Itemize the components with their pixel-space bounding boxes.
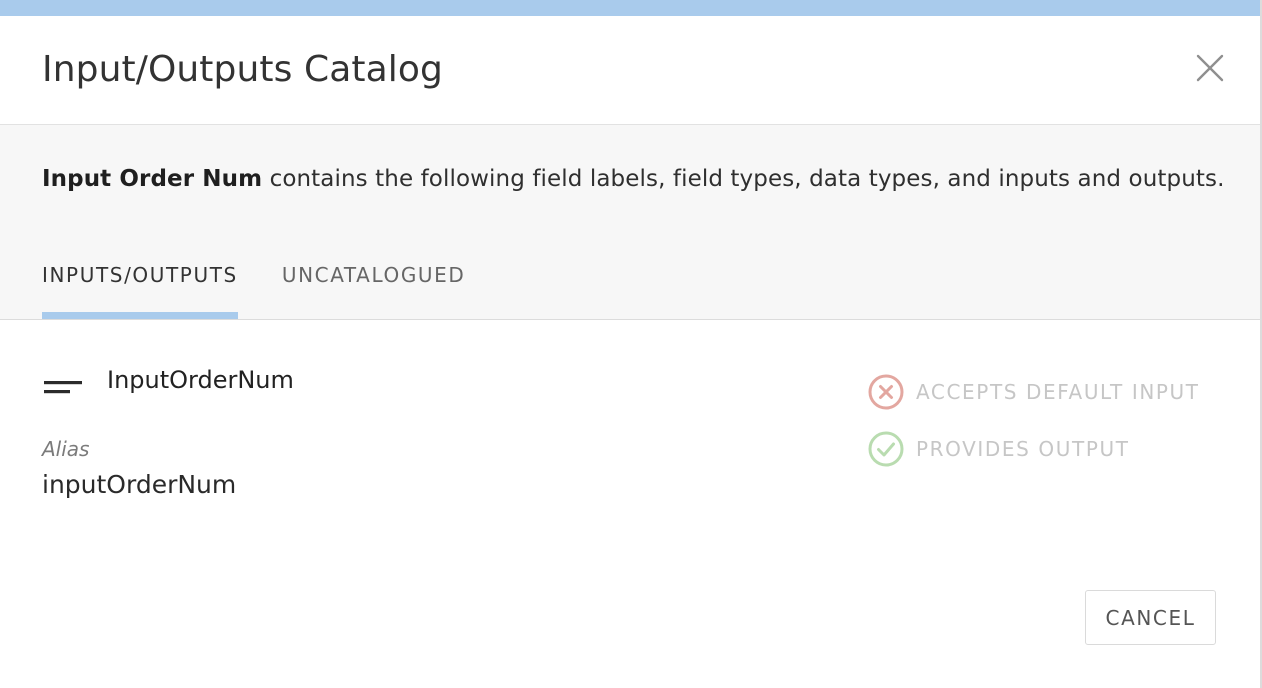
short-text-icon [44,381,82,394]
io-catalog-dialog: Input/Outputs Catalog Input Order Num co… [0,0,1262,688]
dialog-title: Input/Outputs Catalog [42,49,443,90]
x-circle-icon [868,374,904,410]
tab-bar: INPUTS/OUTPUTS UNCATALOGUED [42,263,465,319]
capability-label: ACCEPTS DEFAULT INPUT [916,380,1200,404]
alias-label: Alias [42,437,90,461]
tab-content: InputOrderNum Alias inputOrderNum ACCEPT… [0,320,1260,688]
description-field-name: Input Order Num [42,166,263,192]
close-button[interactable] [1192,50,1228,86]
dialog-header: Input/Outputs Catalog [0,16,1260,125]
close-icon [1196,54,1224,82]
dialog-subheader: Input Order Num contains the following f… [0,125,1260,320]
cancel-button[interactable]: CANCEL [1085,590,1216,645]
tab-inputs-outputs[interactable]: INPUTS/OUTPUTS [42,263,238,319]
capability-label: PROVIDES OUTPUT [916,437,1130,461]
capability-accepts-default-input: ACCEPTS DEFAULT INPUT [868,374,1200,410]
top-accent-bar [0,0,1260,17]
capability-provides-output: PROVIDES OUTPUT [868,431,1130,467]
check-circle-icon [868,431,904,467]
tab-uncatalogued[interactable]: UNCATALOGUED [282,263,466,319]
alias-value: inputOrderNum [42,470,237,499]
description-text: contains the following field labels, fie… [262,166,1225,192]
field-name: InputOrderNum [107,366,294,394]
catalog-description: Input Order Num contains the following f… [42,166,1225,192]
